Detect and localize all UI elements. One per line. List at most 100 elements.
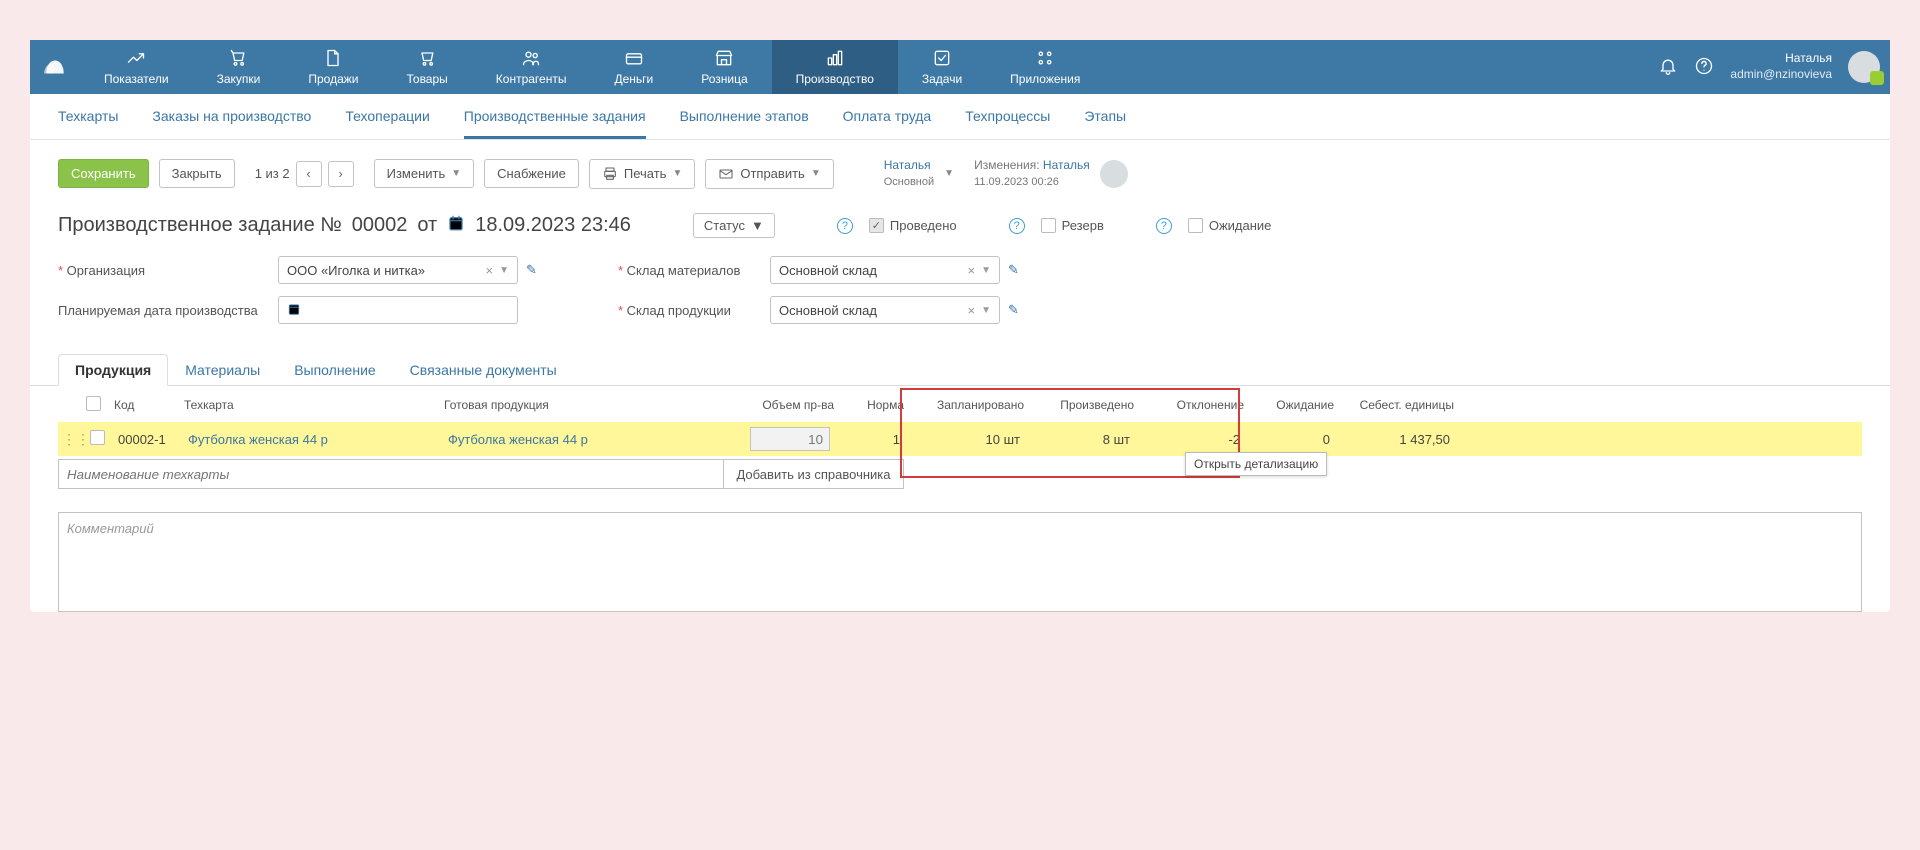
nav-indicators[interactable]: Показатели (80, 40, 193, 94)
tab-related[interactable]: Связанные документы (393, 354, 574, 385)
nav-label: Товары (407, 72, 448, 86)
help-icon[interactable] (1694, 56, 1714, 79)
tab-products[interactable]: Продукция (58, 354, 168, 386)
cell-waiting: 0 (1244, 432, 1334, 447)
comment-textarea[interactable]: Комментарий (58, 512, 1862, 612)
edit-button[interactable]: Изменить▼ (374, 159, 475, 188)
tabs: Продукция Материалы Выполнение Связанные… (30, 340, 1890, 386)
doc-header: Производственное задание № 00002 от 18.0… (30, 203, 1890, 340)
caret-down-icon[interactable]: ▼ (981, 305, 991, 316)
cell-deviation: -2 (1134, 432, 1244, 447)
pencil-icon[interactable]: ✎ (1008, 262, 1019, 278)
tab-execution[interactable]: Выполнение (277, 354, 392, 385)
cell-product[interactable]: Футболка женская 44 р (444, 432, 724, 447)
user-login: admin@nzinovieva (1730, 67, 1832, 83)
nav-label: Приложения (1010, 72, 1080, 86)
org-input[interactable]: ООО «Иголка и нитка» × ▼ (278, 256, 518, 284)
nav-label: Показатели (104, 72, 169, 86)
doc-number: 00002 (352, 214, 408, 237)
print-button[interactable]: Печать▼ (589, 159, 696, 189)
owner-sub: Основной (884, 176, 934, 188)
mat-store-input[interactable]: Основной склад × ▼ (770, 256, 1000, 284)
subnav-stages[interactable]: Этапы (1084, 108, 1126, 139)
avatar[interactable] (1848, 51, 1880, 83)
pencil-icon[interactable]: ✎ (526, 262, 537, 278)
user-name: Наталья (1730, 51, 1832, 67)
clear-icon[interactable]: × (486, 263, 494, 278)
help-icon[interactable]: ? (1009, 218, 1025, 234)
plan-date-input[interactable] (278, 296, 518, 324)
caret-down-icon: ▼ (751, 218, 764, 233)
status-dropdown[interactable]: Статус ▼ (693, 213, 775, 238)
nav-money[interactable]: Деньги (590, 40, 677, 94)
subnav-prod-tasks[interactable]: Производственные задания (464, 108, 646, 139)
subnav-payroll[interactable]: Оплата труда (843, 108, 932, 139)
techcard-name-input[interactable] (58, 459, 724, 489)
toolbar: Сохранить Закрыть 1 из 2 ‹ › Изменить▼ С… (30, 140, 1890, 203)
pencil-icon[interactable]: ✎ (1008, 302, 1019, 318)
caret-down-icon[interactable]: ▼ (944, 168, 954, 179)
subnav-techops[interactable]: Техоперации (345, 108, 429, 139)
send-button[interactable]: Отправить▼ (705, 159, 833, 189)
mat-store-label: Склад материалов (618, 263, 758, 278)
tooltip: Открыть детализацию (1185, 452, 1327, 476)
top-nav: Показатели Закупки Продажи Товары Контра… (30, 40, 1890, 94)
user-block[interactable]: Наталья admin@nzinovieva (1730, 51, 1832, 82)
nav-goods[interactable]: Товары (383, 40, 472, 94)
nav-purchases[interactable]: Закупки (193, 40, 285, 94)
nav-tasks[interactable]: Задачи (898, 40, 986, 94)
waiting-checkbox[interactable] (1188, 218, 1203, 233)
subnav-prod-orders[interactable]: Заказы на производство (152, 108, 311, 139)
caret-down-icon: ▼ (811, 168, 821, 179)
volume-input[interactable] (750, 427, 830, 451)
caret-down-icon[interactable]: ▼ (981, 265, 991, 276)
nav-retail[interactable]: Розница (677, 40, 771, 94)
doc-datetime: 18.09.2023 23:46 (475, 214, 631, 237)
app-logo[interactable] (30, 40, 80, 94)
nav-production[interactable]: Производство (772, 40, 898, 94)
sub-nav: Техкарты Заказы на производство Техопера… (30, 94, 1890, 140)
cell-norm: 1 (834, 432, 904, 447)
clear-icon[interactable]: × (968, 303, 976, 318)
pager-label: 1 из 2 (255, 166, 290, 181)
subnav-stages-exec[interactable]: Выполнение этапов (680, 108, 809, 139)
save-button[interactable]: Сохранить (58, 159, 149, 188)
subnav-techcards[interactable]: Техкарты (58, 108, 118, 139)
reserve-checkbox[interactable] (1041, 218, 1056, 233)
nav-apps[interactable]: Приложения (986, 40, 1104, 94)
drag-handle-icon[interactable]: ⋮⋮ (58, 431, 86, 448)
th-norm: Норма (834, 398, 904, 412)
select-all-checkbox[interactable] (86, 396, 101, 411)
tab-materials[interactable]: Материалы (168, 354, 277, 385)
help-icon[interactable]: ? (1156, 218, 1172, 234)
calendar-icon[interactable] (447, 214, 465, 238)
changes-link[interactable]: Наталья (1043, 158, 1090, 172)
subnav-techprocesses[interactable]: Техпроцессы (965, 108, 1050, 139)
nav-label: Производство (796, 72, 874, 86)
caret-down-icon: ▼ (451, 168, 461, 179)
add-from-dict-button[interactable]: Добавить из справочника (724, 459, 904, 489)
posted-checkbox[interactable] (869, 218, 884, 233)
owner-link[interactable]: Наталья (884, 158, 931, 172)
th-volume: Объем пр-ва (724, 398, 834, 412)
doc-title: Производственное задание № (58, 214, 342, 237)
row-checkbox[interactable] (90, 430, 105, 445)
table-row[interactable]: ⋮⋮ 00002-1 Футболка женская 44 р Футболк… (58, 422, 1862, 456)
pager-next[interactable]: › (328, 161, 354, 187)
cell-unitcost: 1 437,50 (1334, 432, 1454, 447)
help-icon[interactable]: ? (837, 218, 853, 234)
cell-techcard[interactable]: Футболка женская 44 р (184, 432, 444, 447)
caret-down-icon[interactable]: ▼ (499, 265, 509, 276)
supply-button[interactable]: Снабжение (484, 159, 579, 188)
nav-sales[interactable]: Продажи (284, 40, 382, 94)
changes-avatar[interactable] (1100, 160, 1128, 188)
nav-label: Продажи (308, 72, 358, 86)
close-button[interactable]: Закрыть (159, 159, 235, 188)
bell-icon[interactable] (1658, 56, 1678, 79)
nav-contractors[interactable]: Контрагенты (472, 40, 591, 94)
clear-icon[interactable]: × (968, 263, 976, 278)
pager-prev[interactable]: ‹ (296, 161, 322, 187)
th-code: Код (114, 398, 184, 412)
prod-store-input[interactable]: Основной склад × ▼ (770, 296, 1000, 324)
org-label: Организация (58, 263, 268, 278)
